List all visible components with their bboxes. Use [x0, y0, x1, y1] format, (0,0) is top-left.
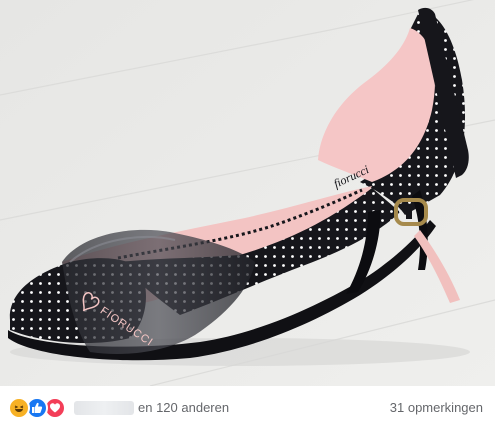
comments-count-link[interactable]: 31 opmerkingen — [390, 400, 483, 415]
reaction-names[interactable]: en 120 anderen — [74, 400, 229, 415]
blurred-name — [74, 400, 134, 415]
laughing-emoji-icon[interactable] — [8, 396, 30, 419]
reactions-bar: en 120 anderen 31 opmerkingen — [0, 386, 495, 429]
post-photo[interactable]: FIORUCCI fiorucci — [0, 0, 495, 386]
reaction-icons[interactable] — [8, 396, 66, 419]
others-count-link[interactable]: en 120 anderen — [138, 400, 229, 415]
